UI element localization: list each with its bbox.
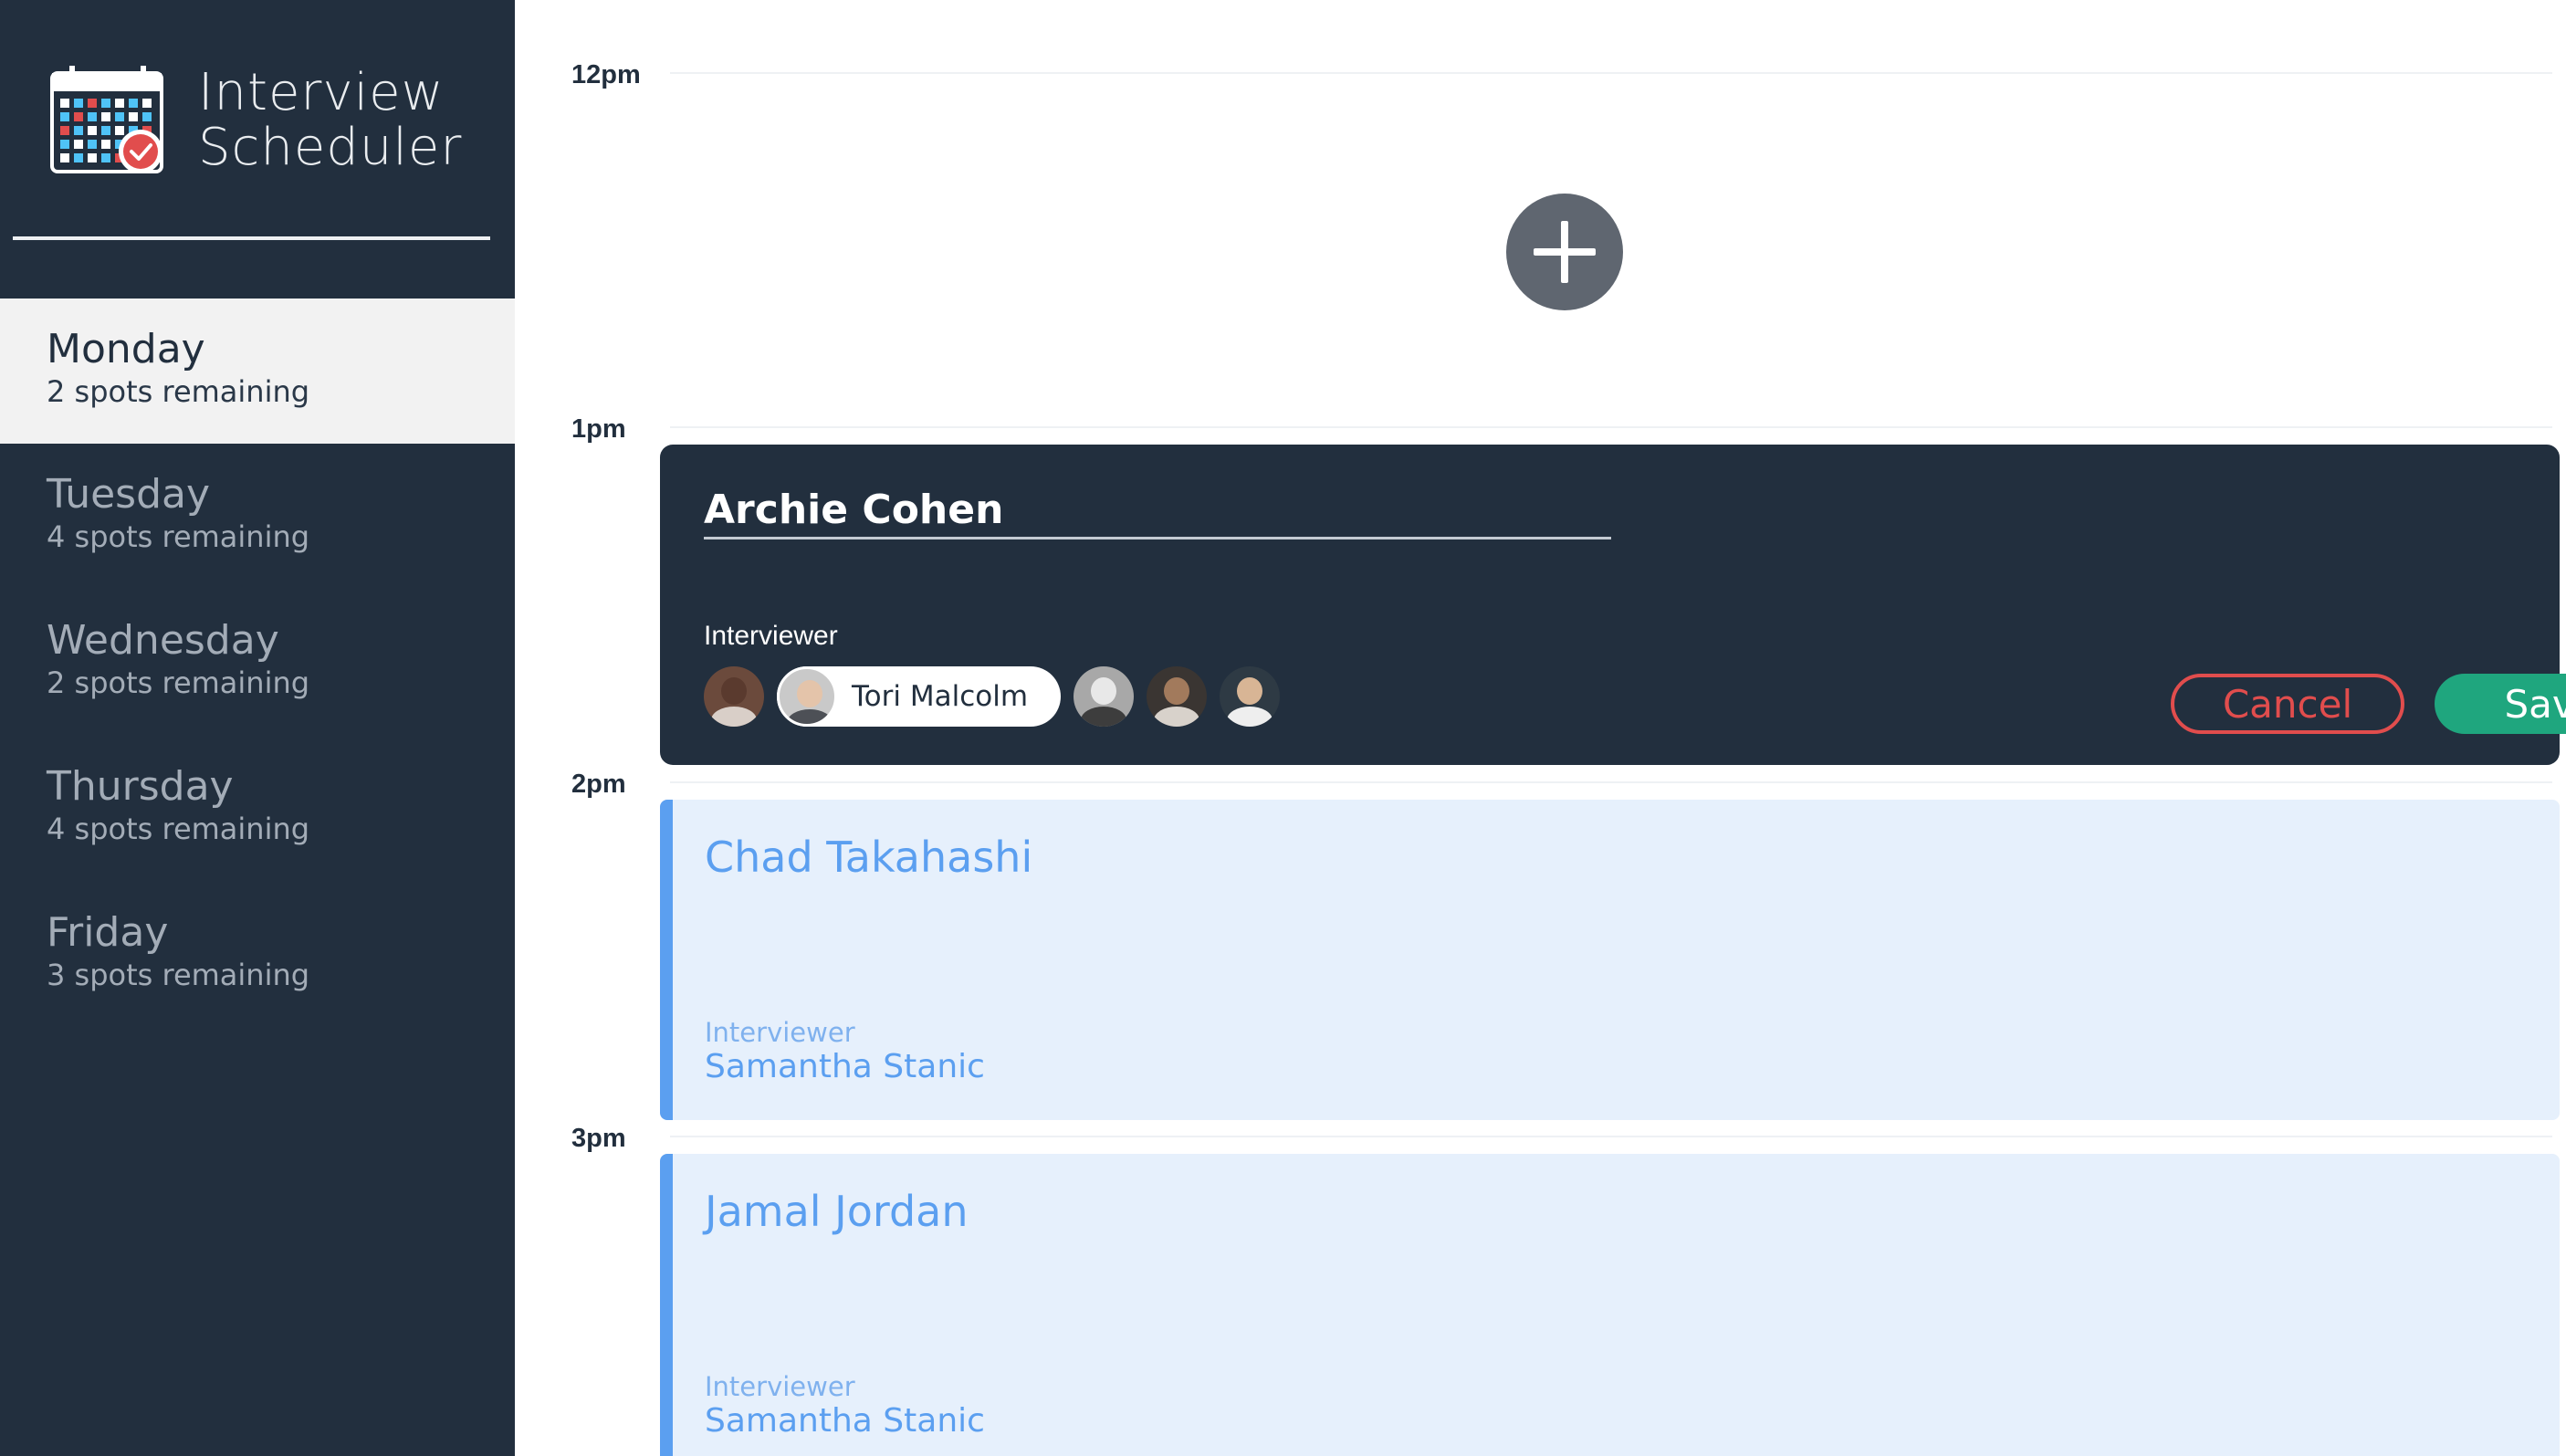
appointment-student: Chad Takahashi: [705, 833, 1033, 882]
day-spots-remaining: 4 spots remaining: [47, 519, 310, 554]
appointment-card[interactable]: Chad Takahashi Interviewer Samantha Stan…: [660, 800, 2560, 1120]
time-label-12pm: 12pm: [571, 60, 641, 89]
schedule: 12pm 1pm Interviewer Tori Malcolm: [515, 0, 2566, 1456]
interviewer-selected[interactable]: Tori Malcolm: [777, 666, 1062, 727]
day-item-tuesday[interactable]: Tuesday 4 spots remaining: [0, 444, 515, 590]
interviewer-list: Tori Malcolm: [704, 666, 1293, 727]
interviewer-avatar: [777, 666, 837, 727]
student-name-input[interactable]: [704, 483, 1611, 539]
save-button[interactable]: Save: [2435, 674, 2566, 734]
day-name: Tuesday: [47, 471, 211, 518]
interviewer-avatar[interactable]: [1220, 666, 1281, 727]
time-divider: [670, 72, 2552, 74]
time-divider: [670, 1136, 2552, 1137]
interviewer-heading: Interviewer: [704, 621, 838, 651]
appointment-card[interactable]: Jamal Jordan Interviewer Samantha Stanic: [660, 1154, 2560, 1456]
interviewer-avatar[interactable]: [704, 666, 764, 727]
time-divider: [670, 781, 2552, 783]
interviewer-avatar[interactable]: [1074, 666, 1135, 727]
day-item-friday[interactable]: Friday 3 spots remaining: [0, 882, 515, 1028]
day-name: Friday: [47, 909, 169, 956]
day-name: Thursday: [47, 763, 234, 810]
day-item-monday[interactable]: Monday 2 spots remaining: [0, 299, 515, 444]
sidebar: Interview Scheduler Monday 2 spots remai…: [0, 0, 515, 1456]
day-item-thursday[interactable]: Thursday 4 spots remaining: [0, 736, 515, 882]
time-divider: [670, 426, 2552, 428]
sidebar-divider: [13, 236, 490, 240]
time-label-2pm: 2pm: [571, 770, 626, 799]
day-list: Monday 2 spots remaining Tuesday 4 spots…: [0, 299, 515, 1028]
day-name: Monday: [47, 326, 205, 372]
day-spots-remaining: 3 spots remaining: [47, 958, 310, 992]
appointment-interviewer: Samantha Stanic: [705, 1048, 985, 1085]
appointment-interviewer-heading: Interviewer: [705, 1371, 855, 1402]
cancel-button[interactable]: Cancel: [2171, 674, 2404, 734]
day-item-wednesday[interactable]: Wednesday 2 spots remaining: [0, 590, 515, 736]
calendar-check-icon: [50, 66, 163, 173]
appointment-interviewer: Samantha Stanic: [705, 1402, 985, 1440]
day-name: Wednesday: [47, 617, 279, 664]
app-title: Interview Scheduler: [198, 63, 463, 177]
add-appointment-button[interactable]: [1506, 194, 1623, 310]
time-label-3pm: 3pm: [571, 1124, 626, 1153]
appointment-interviewer-heading: Interviewer: [705, 1017, 855, 1048]
appointment-edit-form: Interviewer Tori Malcolm: [660, 445, 2566, 765]
day-spots-remaining: 2 spots remaining: [47, 374, 310, 409]
time-label-1pm: 1pm: [571, 414, 626, 444]
day-spots-remaining: 4 spots remaining: [47, 812, 310, 846]
interviewer-name: Tori Malcolm: [852, 680, 1029, 713]
appointment-student: Jamal Jordan: [705, 1187, 969, 1236]
day-spots-remaining: 2 spots remaining: [47, 665, 310, 700]
interviewer-avatar[interactable]: [1147, 666, 1208, 727]
